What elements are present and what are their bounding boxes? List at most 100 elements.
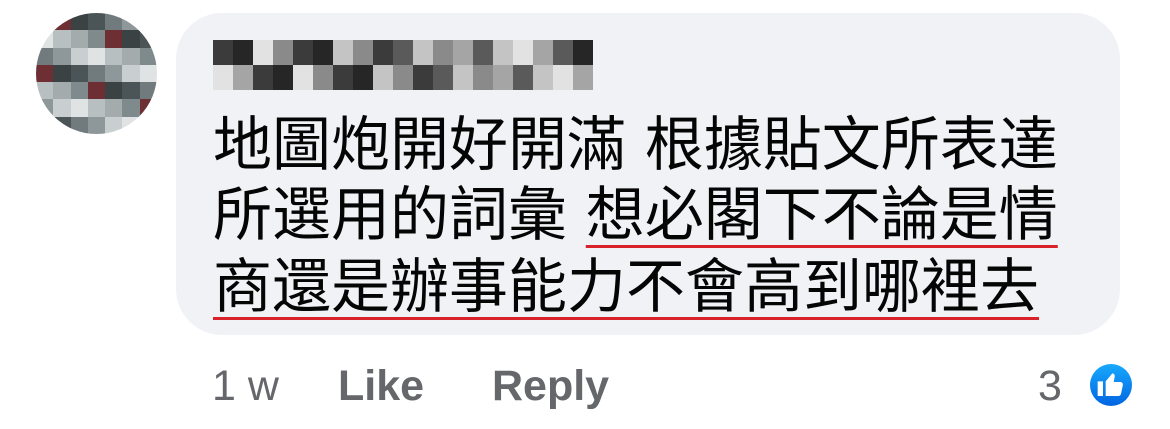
name-pixel <box>513 65 533 90</box>
avatar-pixel <box>53 13 71 31</box>
avatar-pixel <box>105 64 123 83</box>
avatar-pixel <box>122 99 140 117</box>
avatar-pixel <box>70 13 88 31</box>
name-pixel <box>493 65 513 90</box>
name-pixel <box>213 65 233 90</box>
avatar-pixel <box>122 47 140 65</box>
name-pixel <box>333 65 353 90</box>
avatar-pixel <box>87 64 106 83</box>
name-pixel <box>573 65 593 90</box>
avatar-pixel <box>105 13 123 31</box>
name-pixel <box>273 65 293 90</box>
avatar-pixel <box>36 13 54 31</box>
comment-text-line-2: 所選用的詞彙 想必閣下不論是情 <box>213 180 1058 250</box>
name-pixel <box>493 40 513 65</box>
name-pixel <box>433 40 453 65</box>
avatar-pixel <box>53 30 71 48</box>
avatar-pixel <box>139 64 157 83</box>
name-pixel <box>473 65 493 90</box>
underlined-text-segment: 想必閣下不論是情 <box>585 180 1058 249</box>
name-pixel <box>573 40 593 65</box>
avatar-pixel <box>53 82 71 100</box>
avatar-pixel <box>70 82 88 100</box>
avatar-pixel <box>139 116 157 134</box>
comment-text-segment: 地圖炮開好開滿 根據貼文所表達 <box>213 110 1058 179</box>
name-pixel <box>293 40 313 65</box>
name-pixel <box>233 40 253 65</box>
avatar-pixel <box>87 82 106 100</box>
avatar-pixel <box>87 13 106 31</box>
name-pixel <box>433 65 453 90</box>
name-pixel <box>253 40 273 65</box>
name-pixel <box>213 40 233 65</box>
avatar-pixel <box>87 30 106 48</box>
avatar-pixel <box>122 82 140 100</box>
comment-text-line-3: 商還是辦事能力不會高到哪裡去 <box>213 252 1039 322</box>
name-pixel <box>413 40 433 65</box>
avatar-pixel <box>70 47 88 65</box>
avatar-pixel <box>53 47 71 65</box>
avatar-pixel <box>70 30 88 48</box>
avatar-pixel <box>87 47 106 65</box>
avatar-pixel <box>53 64 71 83</box>
avatar-pixel <box>105 82 123 100</box>
avatar-pixel <box>122 13 140 31</box>
name-pixel <box>273 40 293 65</box>
name-pixel <box>473 40 493 65</box>
comment-text-line-1: 地圖炮開好開滿 根據貼文所表達 <box>213 110 1058 180</box>
avatar-pixel <box>105 47 123 65</box>
name-pixel <box>533 40 553 65</box>
comment-text-segment: 所選用的詞彙 <box>213 180 586 249</box>
name-pixel <box>233 65 253 90</box>
name-pixel <box>393 65 413 90</box>
name-pixel <box>453 65 473 90</box>
name-pixel <box>393 40 413 65</box>
name-pixel <box>513 40 533 65</box>
thumbs-up-icon[interactable] <box>1086 360 1136 410</box>
avatar-pixel <box>122 64 140 83</box>
avatar-pixel <box>122 30 140 48</box>
avatar-pixel <box>36 47 54 65</box>
name-pixel <box>453 40 473 65</box>
avatar-pixel <box>70 116 88 134</box>
name-pixel <box>333 40 353 65</box>
avatar-pixel <box>139 13 157 31</box>
avatar-pixel <box>105 116 123 134</box>
avatar-pixel <box>105 99 123 117</box>
avatar-pixel <box>139 82 157 100</box>
avatar-pixel <box>70 64 88 83</box>
name-pixel <box>313 40 333 65</box>
avatar[interactable] <box>36 13 157 134</box>
author-name-redacted[interactable] <box>213 40 593 90</box>
avatar-pixel <box>36 116 54 134</box>
avatar-pixel <box>36 64 54 83</box>
avatar-pixel <box>87 99 106 117</box>
avatar-pixel <box>139 99 157 117</box>
avatar-pixel <box>122 116 140 134</box>
underlined-text-segment: 商還是辦事能力不會高到哪裡去 <box>213 252 1040 321</box>
avatar-pixel <box>105 30 123 48</box>
avatar-pixel <box>70 99 88 117</box>
avatar-pixel <box>139 30 157 48</box>
avatar-pixel <box>53 99 71 117</box>
name-pixel <box>353 65 373 90</box>
name-pixel <box>373 65 393 90</box>
avatar-pixel <box>36 82 54 100</box>
name-pixel <box>293 65 313 90</box>
avatar-pixel <box>139 47 157 65</box>
like-button[interactable]: Like <box>338 358 424 414</box>
name-pixel <box>553 65 573 90</box>
name-pixel <box>253 65 273 90</box>
avatar-pixel <box>36 30 54 48</box>
name-pixel <box>413 65 433 90</box>
comment-timestamp[interactable]: 1 w <box>212 358 279 414</box>
avatar-pixel <box>53 116 71 134</box>
reply-button[interactable]: Reply <box>492 358 609 414</box>
avatar-pixel <box>36 99 54 117</box>
name-pixel <box>373 40 393 65</box>
avatar-pixel <box>87 116 106 134</box>
name-pixel <box>313 65 333 90</box>
reaction-count[interactable]: 3 <box>1038 358 1062 414</box>
name-pixel <box>553 40 573 65</box>
name-pixel <box>533 65 553 90</box>
